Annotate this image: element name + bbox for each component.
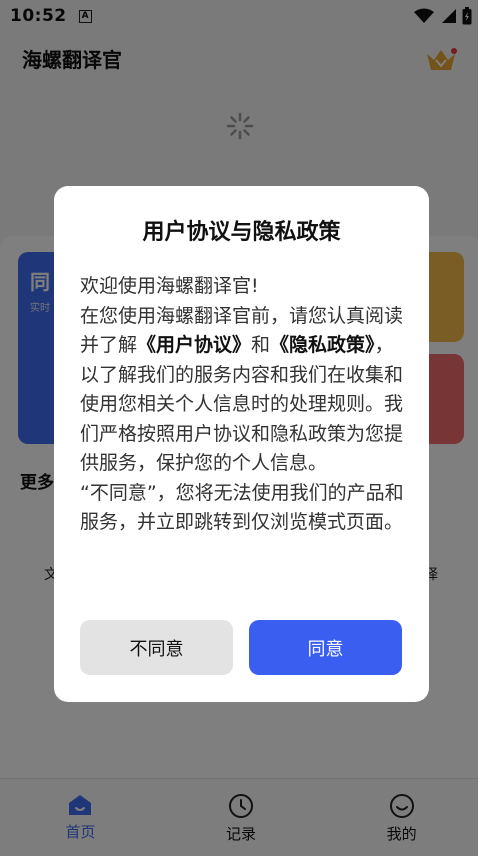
welcome-text: 欢迎使用海螺翻译官! [80,275,259,297]
privacy-policy-link[interactable]: 《隐私政策》 [270,334,375,356]
user-agreement-link[interactable]: 《用户协议》 [137,334,251,356]
right-edge-strip [478,0,482,856]
para1-and: 和 [251,334,271,356]
dialog-body: 欢迎使用海螺翻译官! 在您使用海螺翻译官前，请您认真阅读并了解《用户协议》和《隐… [80,272,404,538]
dialog-title: 用户协议与隐私政策 [142,220,341,245]
privacy-dialog: 用户协议与隐私政策 欢迎使用海螺翻译官! 在您使用海螺翻译官前，请您认真阅读并了… [54,186,429,702]
agreement-paragraph: 在您使用海螺翻译官前，请您认真阅读并了解《用户协议》和《隐私政策》，以了解我们的… [80,302,404,479]
disagree-notice: “不同意”，您将无法使用我们的产品和服务，并立即跳转到仅浏览模式页面。 [80,481,404,534]
disagree-button[interactable]: 不同意 [80,620,233,675]
agree-button[interactable]: 同意 [249,620,402,675]
